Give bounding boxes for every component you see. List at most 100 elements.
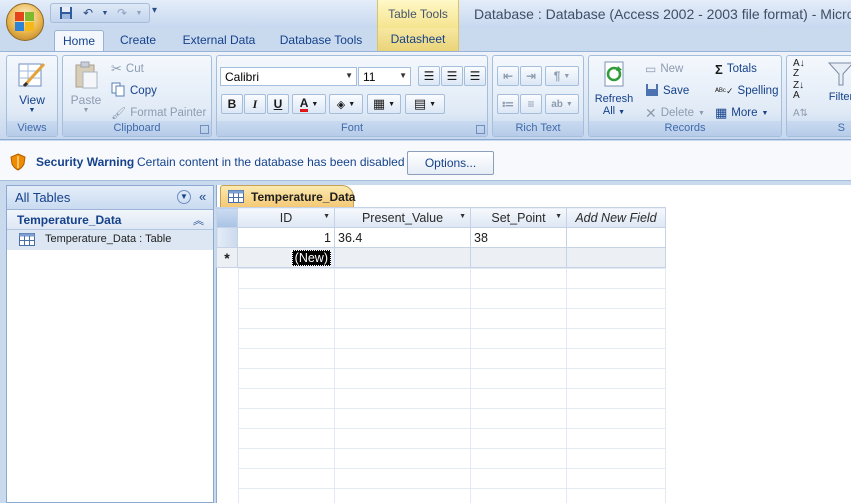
save-label: Save bbox=[663, 85, 690, 97]
column-header-add-new-field[interactable]: Add New Field bbox=[566, 207, 666, 228]
new-label: New bbox=[660, 63, 684, 75]
alternate-fill-button[interactable]: ▤ ▼ bbox=[405, 94, 445, 114]
highlight-button[interactable]: ab ▼ bbox=[545, 94, 579, 114]
tab-external-data[interactable]: External Data bbox=[176, 30, 262, 52]
column-header-set-point[interactable]: Set_Point ▼ bbox=[470, 207, 567, 228]
copy-button[interactable]: Copy bbox=[111, 82, 157, 100]
column-present-value-dropdown-icon[interactable]: ▼ bbox=[459, 213, 466, 220]
undo-icon[interactable]: ↶ bbox=[79, 5, 97, 21]
new-autonumber-placeholder: (New) bbox=[291, 249, 331, 266]
row-selector[interactable] bbox=[216, 227, 238, 248]
font-size-dropdown-icon[interactable]: ▼ bbox=[399, 68, 407, 84]
underline-button[interactable]: U bbox=[267, 94, 289, 114]
new-record-icon: ▭ bbox=[645, 62, 657, 76]
refresh-sub-label: All ▼ bbox=[591, 105, 637, 117]
cell-id-new[interactable]: (New) bbox=[237, 247, 335, 268]
datasheet-grid: ID ▼ Present_Value ▼ Set_Point ▼ Add New… bbox=[216, 207, 666, 268]
copy-label: Copy bbox=[130, 85, 157, 97]
format-painter-button[interactable]: 🖌 Format Painter bbox=[111, 104, 206, 122]
font-name-dropdown-icon[interactable]: ▼ bbox=[345, 68, 353, 84]
refresh-all-button[interactable]: Refresh All ▼ bbox=[591, 60, 637, 117]
save-icon[interactable] bbox=[57, 5, 75, 21]
nav-group-header[interactable]: Temperature_Data ︽ bbox=[7, 210, 213, 230]
spelling-button[interactable]: ᴬᴮᶜ✓ Spelling bbox=[715, 82, 778, 100]
numbering-button[interactable]: ≡ bbox=[520, 94, 542, 114]
view-dropdown-icon: ▼ bbox=[28, 107, 36, 114]
more-button[interactable]: ▦ More ▼ bbox=[715, 104, 768, 122]
navigation-pane: All Tables ▼ « Temperature_Data ︽ Temper… bbox=[6, 185, 214, 503]
shutter-bar-close-icon[interactable]: « bbox=[199, 189, 206, 204]
paragraph-direction-button[interactable]: ¶ ▼ bbox=[545, 66, 579, 86]
sigma-icon: Σ bbox=[715, 61, 723, 77]
numbering-icon: ≡ bbox=[527, 97, 535, 111]
scissors-icon: ✂ bbox=[111, 61, 122, 76]
font-launcher-icon[interactable] bbox=[476, 125, 485, 134]
bullets-button[interactable]: ≔ bbox=[497, 94, 519, 114]
new-record-button[interactable]: ▭ New bbox=[645, 60, 683, 78]
align-left-button[interactable]: ☰ bbox=[418, 66, 440, 86]
font-name-combo[interactable]: Calibri ▼ bbox=[220, 67, 357, 86]
document-tab-temperature-data[interactable]: Temperature_Data bbox=[220, 185, 355, 207]
paste-icon bbox=[67, 60, 105, 93]
tab-datasheet[interactable]: Datasheet bbox=[377, 28, 459, 52]
fill-color-button[interactable]: ◈ ▼ bbox=[329, 94, 363, 114]
align-center-icon: ☰ bbox=[446, 69, 458, 83]
increase-indent-button[interactable]: ⇥ bbox=[520, 66, 542, 86]
cut-button[interactable]: ✂ Cut bbox=[111, 60, 144, 78]
sort-filter-group-label: S bbox=[787, 121, 851, 136]
more-dropdown-icon: ▼ bbox=[761, 109, 769, 117]
save-record-button[interactable]: Save bbox=[645, 82, 689, 100]
grid-line bbox=[566, 268, 567, 503]
delete-record-button[interactable]: ✕ Delete ▼ bbox=[645, 104, 705, 122]
cell-present-value[interactable]: 36.4 bbox=[334, 227, 471, 248]
undo-dropdown-icon[interactable]: ▼ bbox=[101, 5, 109, 21]
italic-button[interactable]: I bbox=[244, 94, 266, 114]
view-button[interactable]: View ▼ bbox=[9, 60, 55, 114]
customize-qat-icon[interactable]: ▾ bbox=[152, 5, 157, 16]
tab-database-tools[interactable]: Database Tools bbox=[272, 30, 370, 52]
new-record-marker-icon[interactable]: * bbox=[216, 247, 238, 268]
select-all-corner[interactable] bbox=[216, 207, 238, 228]
cell-add-new-field-new[interactable] bbox=[566, 247, 666, 268]
bold-button[interactable]: B bbox=[221, 94, 243, 114]
sort-ascending-button[interactable]: A↓ Z bbox=[793, 59, 805, 79]
delete-label: Delete bbox=[660, 107, 694, 119]
tab-create[interactable]: Create bbox=[112, 30, 164, 52]
align-center-button[interactable]: ☰ bbox=[441, 66, 463, 86]
office-button[interactable] bbox=[6, 3, 44, 41]
cell-add-new-field[interactable] bbox=[566, 227, 666, 248]
cell-set-point[interactable]: 38 bbox=[470, 227, 567, 248]
clipboard-launcher-icon[interactable] bbox=[200, 125, 209, 134]
cell-present-value-new[interactable] bbox=[334, 247, 471, 268]
font-size-combo[interactable]: 11 ▼ bbox=[358, 67, 411, 86]
gridlines-button[interactable]: ▦ ▼ bbox=[367, 94, 401, 114]
table-row: 1 36.4 38 bbox=[216, 227, 666, 248]
cell-set-point-new[interactable] bbox=[470, 247, 567, 268]
nav-pane-menu-icon[interactable]: ▼ bbox=[177, 190, 191, 204]
group-collapse-icon[interactable]: ︽ bbox=[193, 212, 204, 228]
sort-descending-button[interactable]: Z↓ A bbox=[793, 81, 804, 101]
redo-icon[interactable]: ↷ bbox=[113, 5, 131, 21]
clear-sort-button[interactable]: A⇅ bbox=[793, 104, 808, 122]
column-header-id[interactable]: ID ▼ bbox=[237, 207, 335, 228]
paste-button[interactable]: Paste ▼ bbox=[67, 60, 105, 114]
security-options-button[interactable]: Options... bbox=[407, 151, 494, 175]
font-color-icon: A bbox=[299, 95, 309, 112]
format-painter-label: Format Painter bbox=[130, 107, 207, 119]
redo-dropdown-icon[interactable]: ▼ bbox=[135, 5, 143, 21]
nav-item-temperature-data-table[interactable]: Temperature_Data : Table bbox=[7, 230, 213, 250]
totals-button[interactable]: Σ Totals bbox=[715, 60, 757, 78]
records-group: Refresh All ▼ ▭ New Save ✕ Delete ▼ Σ To… bbox=[588, 55, 782, 137]
views-group: View ▼ Views bbox=[6, 55, 58, 137]
align-right-button[interactable]: ☰ bbox=[464, 66, 486, 86]
font-color-button[interactable]: A ▼ bbox=[292, 94, 326, 114]
column-set-point-dropdown-icon[interactable]: ▼ bbox=[555, 213, 562, 220]
column-header-present-value[interactable]: Present_Value ▼ bbox=[334, 207, 471, 228]
column-id-dropdown-icon[interactable]: ▼ bbox=[323, 213, 330, 220]
decrease-indent-button[interactable]: ⇤ bbox=[497, 66, 519, 86]
tab-home[interactable]: Home bbox=[54, 30, 104, 52]
filter-button[interactable]: Filter bbox=[821, 60, 851, 103]
cell-id[interactable]: 1 bbox=[237, 227, 335, 248]
security-warning-title: Security Warning bbox=[36, 155, 135, 169]
nav-pane-header[interactable]: All Tables ▼ « bbox=[7, 186, 213, 210]
